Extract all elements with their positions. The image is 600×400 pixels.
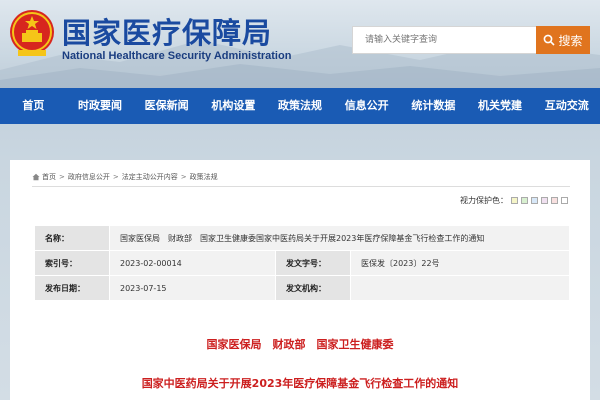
vision-color-swatch[interactable] (551, 197, 558, 204)
breadcrumb-policies[interactable]: 政策法规 (190, 172, 218, 182)
breadcrumb: 首页 > 政府信息公开 > 法定主动公开内容 > 政策法规 (32, 172, 218, 182)
table-row: 名称： 国家医保局 财政部 国家卫生健康委国家中医药局关于开展2023年医疗保障… (34, 225, 570, 251)
home-icon (32, 173, 40, 181)
document-meta-table: 名称： 国家医保局 财政部 国家卫生健康委国家中医药局关于开展2023年医疗保障… (34, 225, 570, 301)
breadcrumb-separator: > (112, 173, 119, 181)
article-title: 国家中医药局关于开展2023年医疗保障基金飞行检查工作的通知 (141, 377, 459, 390)
nav-item-home[interactable]: 首页 (0, 88, 67, 124)
table-row: 发布日期： 2023-07-15 发文机构： (34, 275, 570, 301)
org-value (350, 275, 570, 301)
nav-item-party[interactable]: 机关党建 (467, 88, 534, 124)
index-value: 2023-02-00014 (109, 250, 276, 276)
breadcrumb-mandatory[interactable]: 法定主动公开内容 (122, 172, 178, 182)
date-value: 2023-07-15 (109, 275, 276, 301)
docno-label: 发文字号： (275, 250, 351, 276)
date-label: 发布日期： (34, 275, 110, 301)
vision-color-swatch[interactable] (531, 197, 538, 204)
search-button[interactable]: 搜索 (536, 26, 590, 54)
nav-item-interaction[interactable]: 互动交流 (533, 88, 600, 124)
nav-item-disclosure[interactable]: 信息公开 (333, 88, 400, 124)
search-button-label: 搜索 (558, 33, 583, 48)
content-panel: 首页 > 政府信息公开 > 法定主动公开内容 > 政策法规 视力保护色： 名称：… (10, 160, 590, 400)
breadcrumb-separator: > (180, 173, 187, 181)
docno-value: 医保发〔2023〕22号 (350, 250, 570, 276)
name-value: 国家医保局 财政部 国家卫生健康委国家中医药局关于开展2023年医疗保障基金飞行… (109, 225, 570, 251)
vision-color-swatch[interactable] (561, 197, 568, 204)
org-label: 发文机构： (275, 275, 351, 301)
breadcrumb-separator: > (59, 173, 65, 181)
site-subtitle: National Healthcare Security Administrat… (62, 50, 292, 62)
nav-item-current-affairs[interactable]: 时政要闻 (67, 88, 134, 124)
breadcrumb-home[interactable]: 首页 (42, 172, 56, 182)
main-nav: 首页 时政要闻 医保新闻 机构设置 政策法规 信息公开 统计数据 机关党建 互动… (0, 88, 600, 124)
search-input[interactable] (352, 26, 536, 54)
nav-item-news[interactable]: 医保新闻 (133, 88, 200, 124)
nav-item-policies[interactable]: 政策法规 (267, 88, 334, 124)
vision-protect-label: 视力保护色： (460, 196, 508, 205)
article-issuer: 国家医保局 财政部 国家卫生健康委 (206, 338, 394, 351)
vision-protect-bar: 视力保护色： (460, 195, 568, 206)
table-row: 索引号： 2023-02-00014 发文字号： 医保发〔2023〕22号 (34, 250, 570, 276)
breadcrumb-disclosure[interactable]: 政府信息公开 (68, 172, 110, 182)
index-label: 索引号： (34, 250, 110, 276)
vision-color-swatch[interactable] (511, 197, 518, 204)
site-title: 国家医疗保障局 (62, 16, 273, 50)
name-label: 名称： (34, 225, 110, 251)
breadcrumb-divider (32, 186, 570, 187)
nav-item-organization[interactable]: 机构设置 (200, 88, 267, 124)
vision-color-swatch[interactable] (541, 197, 548, 204)
national-emblem-icon (10, 10, 54, 56)
nav-item-statistics[interactable]: 统计数据 (400, 88, 467, 124)
site-header: 国家医疗保障局 National Healthcare Security Adm… (0, 0, 600, 88)
vision-color-swatch[interactable] (521, 197, 528, 204)
search-icon (544, 34, 556, 46)
